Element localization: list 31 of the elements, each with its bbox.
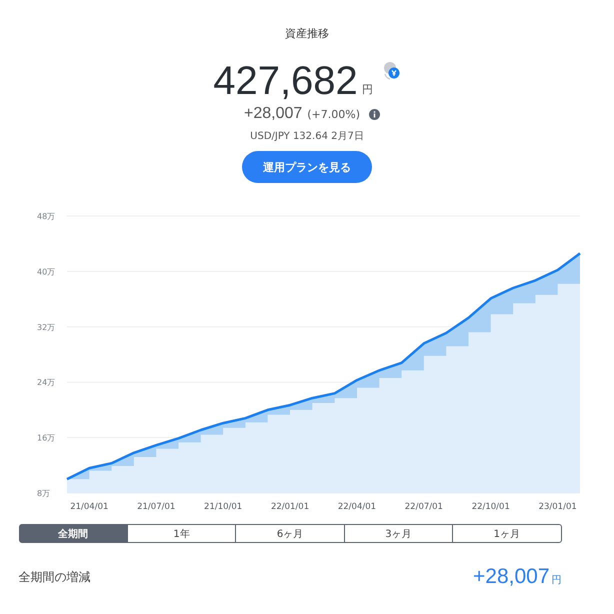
currency-switch-icon[interactable]	[382, 61, 401, 81]
x-axis-label: 22/01/01	[270, 502, 310, 512]
y-axis-label: 24万	[37, 378, 56, 388]
change-percent: (+7.00%)	[307, 108, 360, 120]
y-axis-label: 48万	[37, 212, 56, 221]
summary-unit: 円	[552, 574, 562, 587]
total-amount: 427,682	[213, 61, 358, 101]
x-axis-label: 21/10/01	[204, 502, 242, 512]
section-title: 資産推移	[285, 26, 329, 41]
summary-label: 全期間の増減	[18, 568, 90, 586]
period-tab[interactable]: 1ヶ月	[452, 524, 562, 543]
info-icon[interactable]	[369, 108, 380, 120]
x-axis-label: 22/10/01	[472, 502, 510, 512]
x-axis-label: 22/04/01	[338, 502, 376, 512]
period-tab[interactable]: 3ヶ月	[344, 524, 454, 543]
y-axis-label: 8万	[37, 489, 50, 498]
change-amount: +28,007	[244, 105, 302, 123]
x-axis-label: 23/01/01	[538, 502, 577, 512]
period-tab[interactable]: 6ヶ月	[235, 524, 345, 543]
x-axis-label: 22/07/01	[404, 502, 443, 512]
y-axis-label: 40万	[37, 267, 56, 276]
y-axis-label: 32万	[37, 322, 56, 332]
x-axis-label: 21/04/01	[70, 502, 108, 512]
period-tab[interactable]: 1年	[126, 524, 236, 543]
summary-amount: +28,007	[473, 565, 550, 589]
y-axis-label: 16万	[37, 434, 56, 443]
currency-unit: 円	[362, 82, 373, 97]
period-tab[interactable]: 全期間	[18, 524, 128, 543]
x-axis-label: 21/07/01	[137, 502, 176, 512]
exchange-rate: USD/JPY 132.64 2月7日	[250, 130, 364, 143]
plan-button[interactable]: 運用プランを見る	[242, 151, 372, 183]
